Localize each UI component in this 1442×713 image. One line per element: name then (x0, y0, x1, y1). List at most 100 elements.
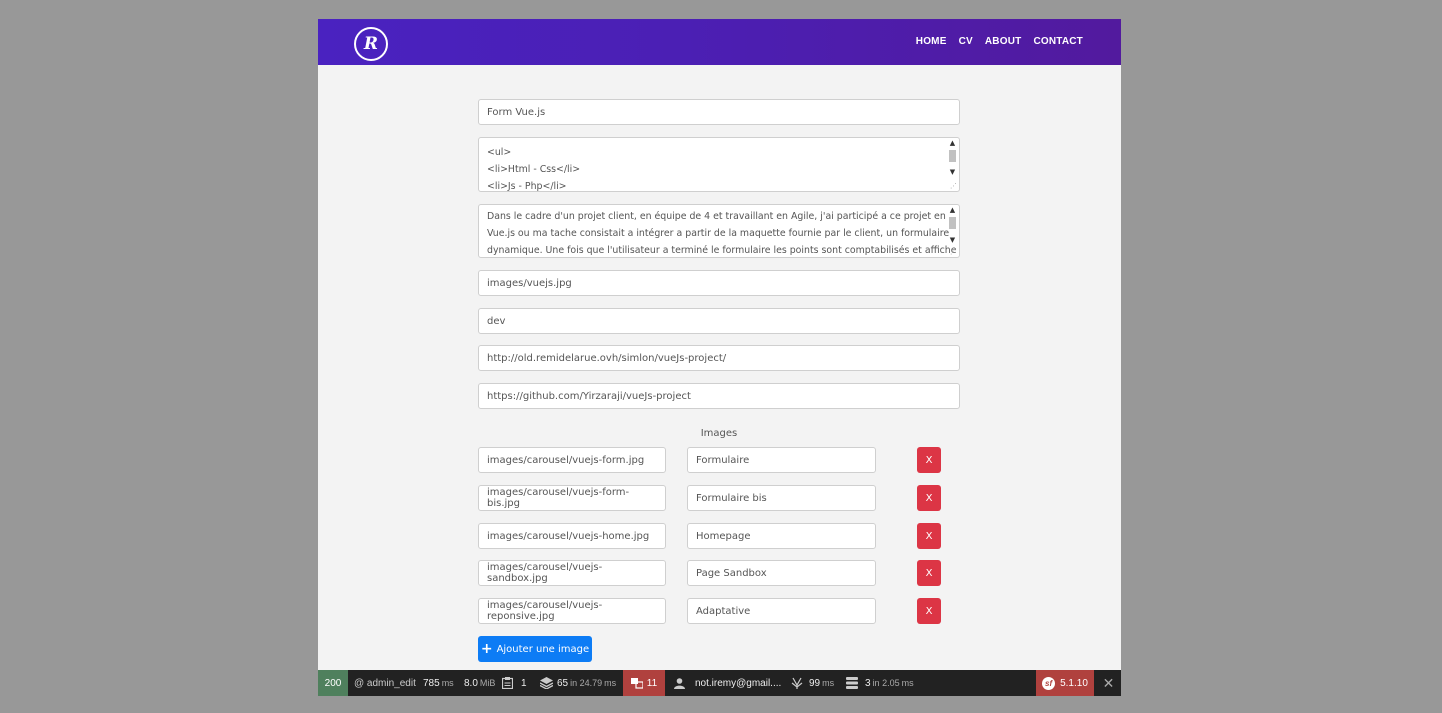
skills-textarea[interactable]: <ul> <li>Html - Css</li> <li>Js - Php</l… (478, 137, 960, 192)
resize-grip-icon[interactable]: ⋰ (950, 249, 957, 256)
scroll-up-icon[interactable]: ▲ (947, 139, 958, 148)
textarea-line: Vue.js ou ma tache consistait a intégrer… (487, 228, 950, 239)
image-path-input[interactable]: images/carousel/vuejs-form-bis.jpg (478, 485, 666, 511)
time-panel[interactable]: 785 ms (423, 670, 454, 696)
nav-links: HOME CV ABOUT CONTACT (916, 36, 1083, 47)
add-image-button[interactable]: + Ajouter une image (478, 636, 592, 662)
delete-image-button[interactable]: X (917, 598, 941, 624)
database-panel[interactable]: 3 in 2.05 ms (846, 670, 914, 696)
image-input[interactable]: images/vuejs.jpg (478, 270, 960, 296)
nav-link-cv[interactable]: CV (959, 36, 973, 47)
image-path-value: images/carousel/vuejs-form-bis.jpg (487, 487, 630, 509)
textarea-line: <li>Html - Css</li> (487, 164, 581, 175)
delete-image-button[interactable]: X (917, 523, 941, 549)
scroll-down-icon[interactable]: ▼ (947, 236, 958, 245)
memory-unit: MiB (479, 678, 496, 688)
events-icon (791, 677, 803, 689)
browser-viewport: R HOME CV ABOUT CONTACT Form Vue.js <ul>… (318, 19, 1121, 696)
textarea-line: <ul> (487, 147, 512, 158)
image-path-value: images/carousel/vuejs-sandbox.jpg (487, 562, 603, 584)
delete-image-button[interactable]: X (917, 485, 941, 511)
add-image-label: Ajouter une image (496, 643, 590, 655)
textarea-line: <li>Js - Php</li> (487, 181, 567, 192)
category-input[interactable]: dev (478, 308, 960, 334)
image-path-value: images/carousel/vuejs-form.jpg (487, 454, 645, 466)
image-path-input[interactable]: images/carousel/vuejs-sandbox.jpg (478, 560, 666, 586)
db-queries: 3 (865, 677, 871, 689)
resize-grip-icon[interactable]: ⋰ (950, 183, 957, 190)
symfony-logo-icon: sf (1042, 676, 1056, 690)
scroll-down-icon[interactable]: ▼ (947, 168, 958, 177)
image-path-value: images/carousel/vuejs-home.jpg (487, 530, 650, 542)
textarea-line: dynamique. Une fois que l'utilisateur a … (487, 245, 957, 256)
events-unit: ms (822, 678, 835, 688)
scrollbar-thumb[interactable] (949, 150, 956, 162)
image-path-input[interactable]: images/carousel/vuejs-form.jpg (478, 447, 666, 473)
image-path-input[interactable]: images/carousel/vuejs-reponsive.jpg (478, 598, 666, 624)
scrollbar-thumb[interactable] (949, 217, 956, 229)
github-url-input[interactable]: https://github.com/Yirzaraji/vueJs-proje… (478, 383, 960, 409)
image-path-input[interactable]: images/carousel/vuejs-home.jpg (478, 523, 666, 549)
user-icon (674, 677, 685, 689)
title-input-value: Form Vue.js (487, 106, 546, 118)
github-url-input-value: https://github.com/Yirzaraji/vueJs-proje… (487, 390, 691, 402)
translation-icon (630, 677, 643, 689)
image-caption-input[interactable]: Page Sandbox (687, 560, 876, 586)
delete-image-button[interactable]: X (917, 447, 941, 473)
image-caption-value: Page Sandbox (696, 567, 767, 579)
memory-value: 8.0 (464, 677, 478, 689)
plus-icon: + (480, 641, 493, 657)
db-in: in 2.05 (872, 678, 900, 688)
forms-count: 1 (521, 677, 527, 689)
image-input-value: images/vuejs.jpg (487, 277, 572, 289)
debug-toolbar: 200 @ admin_edit 785 ms 8.0 MiB 1 65 in … (318, 670, 1121, 696)
close-icon[interactable]: ✕ (1096, 670, 1121, 696)
category-input-value: dev (487, 315, 506, 327)
image-caption-input[interactable]: Homepage (687, 523, 876, 549)
description-textarea[interactable]: Dans le cadre d'un projet client, en équ… (478, 204, 960, 258)
image-caption-input[interactable]: Formulaire (687, 447, 876, 473)
logs-panel[interactable]: 11 (623, 670, 665, 696)
demo-url-input-value: http://old.remidelarue.ovh/simlon/vueJs-… (487, 352, 727, 364)
templates-in: in 24.79 (570, 678, 603, 688)
demo-url-input[interactable]: http://old.remidelarue.ovh/simlon/vueJs-… (478, 345, 960, 371)
delete-image-button[interactable]: X (917, 560, 941, 586)
route-name: @ admin_edit (354, 677, 416, 689)
memory-panel[interactable]: 8.0 MiB (464, 670, 495, 696)
symfony-version: 5.1.10 (1060, 677, 1088, 689)
title-input[interactable]: Form Vue.js (478, 99, 960, 125)
image-caption-value: Homepage (696, 530, 751, 542)
nav-link-about[interactable]: ABOUT (985, 36, 1022, 47)
twig-panel[interactable]: 65 in 24.79 ms (540, 670, 616, 696)
database-icon (846, 677, 858, 689)
image-caption-value: Adaptative (696, 605, 751, 617)
templates-count: 65 (557, 677, 569, 689)
image-path-value: images/carousel/vuejs-reponsive.jpg (487, 600, 603, 622)
layers-icon (540, 677, 553, 689)
time-unit: ms (441, 678, 454, 688)
time-value: 785 (423, 677, 440, 689)
image-caption-input[interactable]: Adaptative (687, 598, 876, 624)
images-heading: Images (700, 428, 738, 439)
logs-count: 11 (646, 677, 658, 689)
forms-panel[interactable]: 1 (502, 670, 527, 696)
image-caption-value: Formulaire bis (696, 492, 767, 504)
nav-link-contact[interactable]: CONTACT (1033, 36, 1083, 47)
events-panel[interactable]: 99 ms (791, 670, 834, 696)
symfony-version-panel[interactable]: sf 5.1.10 (1036, 670, 1094, 696)
navbar: R HOME CV ABOUT CONTACT (318, 19, 1121, 65)
status-code-badge[interactable]: 200 (318, 670, 348, 696)
events-time: 99 (809, 677, 821, 689)
site-logo[interactable]: R (354, 27, 388, 61)
security-panel[interactable]: not.iremy@gmail.... (674, 670, 781, 696)
templates-unit: ms (604, 678, 617, 688)
image-caption-input[interactable]: Formulaire bis (687, 485, 876, 511)
image-caption-value: Formulaire (696, 454, 750, 466)
scroll-up-icon[interactable]: ▲ (947, 206, 958, 215)
route-panel[interactable]: @ admin_edit (354, 670, 416, 696)
status-code: 200 (324, 677, 342, 689)
db-unit: ms (901, 678, 914, 688)
textarea-line: Dans le cadre d'un projet client, en équ… (487, 211, 946, 222)
nav-link-home[interactable]: HOME (916, 36, 947, 47)
clipboard-icon (502, 677, 513, 689)
